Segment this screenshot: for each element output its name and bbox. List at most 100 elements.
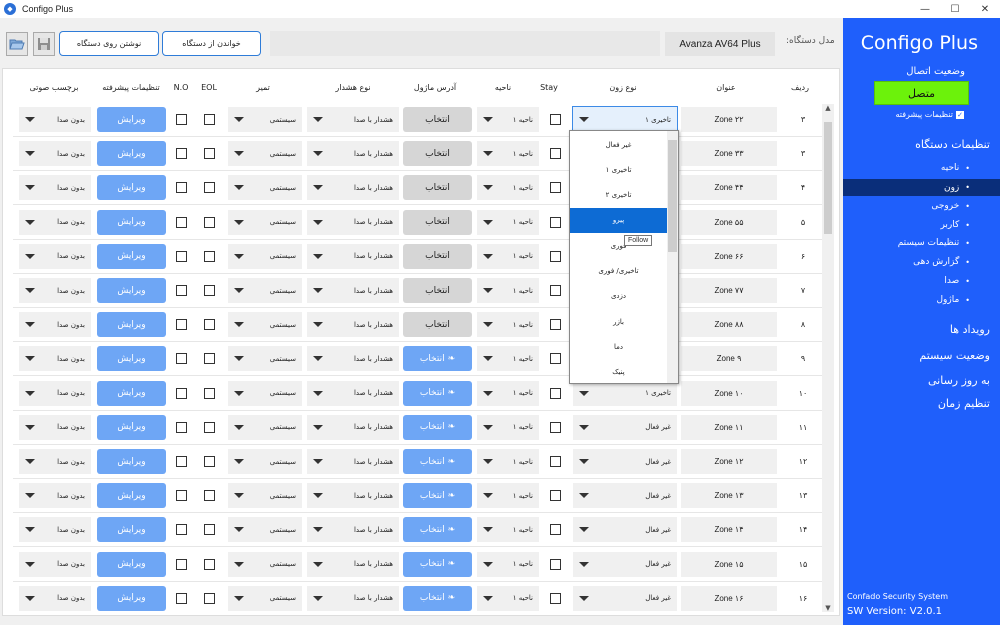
- module-select-button[interactable]: انتخاب: [403, 141, 472, 167]
- stay-checkbox[interactable]: [550, 182, 561, 194]
- stay-checkbox[interactable]: [550, 524, 561, 536]
- zone-title[interactable]: Zone ۴۴: [681, 175, 777, 201]
- zone-title[interactable]: Zone ۱۶: [681, 585, 777, 611]
- dropdown-option[interactable]: غیر فعال: [570, 132, 667, 157]
- no-checkbox[interactable]: [176, 319, 187, 331]
- dropdown-option[interactable]: پیرو: [570, 207, 667, 233]
- zone-type-select[interactable]: غیر فعال: [573, 449, 677, 474]
- alarm-type-select[interactable]: هشدار با صدا: [307, 449, 399, 474]
- no-checkbox[interactable]: [176, 216, 187, 228]
- table-scrollbar[interactable]: ▲ ▼: [822, 104, 834, 612]
- delay-select[interactable]: سیستمی: [228, 517, 302, 543]
- eol-checkbox[interactable]: [204, 250, 215, 262]
- sidebar-events[interactable]: رویداد ها: [950, 323, 990, 336]
- no-checkbox[interactable]: [176, 456, 187, 467]
- voice-tag-select[interactable]: بدون صدا: [19, 278, 91, 303]
- voice-tag-select[interactable]: بدون صدا: [19, 243, 91, 269]
- voice-tag-select[interactable]: بدون صدا: [19, 312, 91, 338]
- delay-select[interactable]: سیستمی: [228, 175, 302, 201]
- stay-checkbox[interactable]: [550, 216, 561, 228]
- zone-title[interactable]: Zone ۲۲: [681, 107, 777, 132]
- sidebar-update[interactable]: به روز رسانی: [928, 374, 990, 387]
- eol-checkbox[interactable]: [204, 387, 215, 399]
- no-checkbox[interactable]: [176, 524, 187, 536]
- zone-title[interactable]: Zone ۸۸: [681, 312, 777, 338]
- dropdown-option[interactable]: تاخیری ۱: [570, 157, 667, 182]
- stay-checkbox[interactable]: [550, 285, 561, 296]
- delay-select[interactable]: سیستمی: [228, 346, 302, 372]
- no-checkbox[interactable]: [176, 592, 187, 604]
- area-select[interactable]: ناحیه ۱: [477, 243, 539, 269]
- voice-tag-select[interactable]: بدون صدا: [19, 414, 91, 440]
- no-checkbox[interactable]: [176, 387, 187, 399]
- voice-tag-select[interactable]: بدون صدا: [19, 449, 91, 474]
- module-select-button[interactable]: انتخاب ❧: [403, 414, 472, 440]
- no-checkbox[interactable]: [176, 148, 187, 160]
- edit-advanced-button[interactable]: ویرایش: [97, 449, 166, 474]
- dropdown-option[interactable]: بازر: [570, 309, 667, 334]
- scroll-up-icon[interactable]: ▲: [824, 104, 832, 112]
- module-select-button[interactable]: انتخاب ❧: [403, 449, 472, 474]
- eol-checkbox[interactable]: [204, 524, 215, 536]
- voice-tag-select[interactable]: بدون صدا: [19, 483, 91, 509]
- eol-checkbox[interactable]: [204, 490, 215, 502]
- alarm-type-select[interactable]: هشدار با صدا: [307, 141, 399, 167]
- sidebar-item-module[interactable]: • ماژول: [936, 295, 970, 305]
- module-select-button[interactable]: انتخاب: [403, 278, 472, 303]
- edit-advanced-button[interactable]: ویرایش: [97, 243, 166, 269]
- module-select-button[interactable]: انتخاب ❧: [403, 585, 472, 611]
- zone-title[interactable]: Zone ۱۴: [681, 517, 777, 543]
- edit-advanced-button[interactable]: ویرایش: [97, 414, 166, 440]
- delay-select[interactable]: سیستمی: [228, 380, 302, 406]
- alarm-type-select[interactable]: هشدار با صدا: [307, 380, 399, 406]
- advanced-settings-checkbox[interactable]: ✓: [956, 110, 964, 119]
- sidebar-item-area[interactable]: • ناحیه: [941, 163, 970, 173]
- dropdown-option[interactable]: پنیک: [570, 360, 667, 385]
- delay-select[interactable]: سیستمی: [228, 209, 302, 235]
- module-select-button[interactable]: انتخاب: [403, 107, 472, 132]
- area-select[interactable]: ناحیه ۱: [477, 141, 539, 167]
- alarm-type-select[interactable]: هشدار با صدا: [307, 483, 399, 509]
- zone-title[interactable]: Zone ۷۷: [681, 278, 777, 303]
- zone-title[interactable]: Zone ۱۵: [681, 551, 777, 577]
- area-select[interactable]: ناحیه ۱: [477, 346, 539, 372]
- module-select-button[interactable]: انتخاب ❧: [403, 551, 472, 577]
- area-select[interactable]: ناحیه ۱: [477, 209, 539, 235]
- sidebar-item-system-settings[interactable]: • تنظیمات سیستم: [898, 238, 970, 248]
- zone-title[interactable]: Zone ۵۵: [681, 209, 777, 235]
- stay-checkbox[interactable]: [550, 319, 561, 331]
- alarm-type-select[interactable]: هشدار با صدا: [307, 175, 399, 201]
- stay-checkbox[interactable]: [550, 592, 561, 604]
- stay-checkbox[interactable]: [550, 353, 561, 365]
- read-from-device-button[interactable]: خواندن از دستگاه: [162, 31, 261, 56]
- dropdown-option[interactable]: تاخیری/ فوری: [570, 259, 667, 284]
- no-checkbox[interactable]: [176, 421, 187, 433]
- area-select[interactable]: ناحیه ۱: [477, 517, 539, 543]
- zone-title[interactable]: Zone ۱۲: [681, 449, 777, 474]
- stay-checkbox[interactable]: [550, 490, 561, 502]
- connection-status-button[interactable]: متصل: [874, 81, 969, 105]
- zone-type-select[interactable]: غیر فعال: [573, 517, 677, 543]
- open-folder-button[interactable]: [6, 32, 28, 56]
- zone-title[interactable]: Zone ۳۳: [681, 141, 777, 167]
- stay-checkbox[interactable]: [550, 114, 561, 125]
- eol-checkbox[interactable]: [204, 182, 215, 194]
- stay-checkbox[interactable]: [550, 250, 561, 262]
- module-select-button[interactable]: انتخاب: [403, 243, 472, 269]
- voice-tag-select[interactable]: بدون صدا: [19, 141, 91, 167]
- alarm-type-select[interactable]: هشدار با صدا: [307, 585, 399, 611]
- dropdown-option[interactable]: دزدی: [570, 284, 667, 309]
- module-select-button[interactable]: انتخاب ❧: [403, 517, 472, 543]
- area-select[interactable]: ناحیه ۱: [477, 380, 539, 406]
- eol-checkbox[interactable]: [204, 558, 215, 570]
- zone-type-select[interactable]: غیر فعال: [573, 551, 677, 577]
- edit-advanced-button[interactable]: ویرایش: [97, 175, 166, 201]
- delay-select[interactable]: سیستمی: [228, 414, 302, 440]
- delay-select[interactable]: سیستمی: [228, 312, 302, 338]
- advanced-settings-toggle[interactable]: ✓ تنظیمات پیشرفته: [896, 110, 964, 119]
- area-select[interactable]: ناحیه ۱: [477, 551, 539, 577]
- module-select-button[interactable]: انتخاب: [403, 312, 472, 338]
- alarm-type-select[interactable]: هشدار با صدا: [307, 414, 399, 440]
- zone-title[interactable]: Zone ۱۱: [681, 414, 777, 440]
- edit-advanced-button[interactable]: ویرایش: [97, 585, 166, 611]
